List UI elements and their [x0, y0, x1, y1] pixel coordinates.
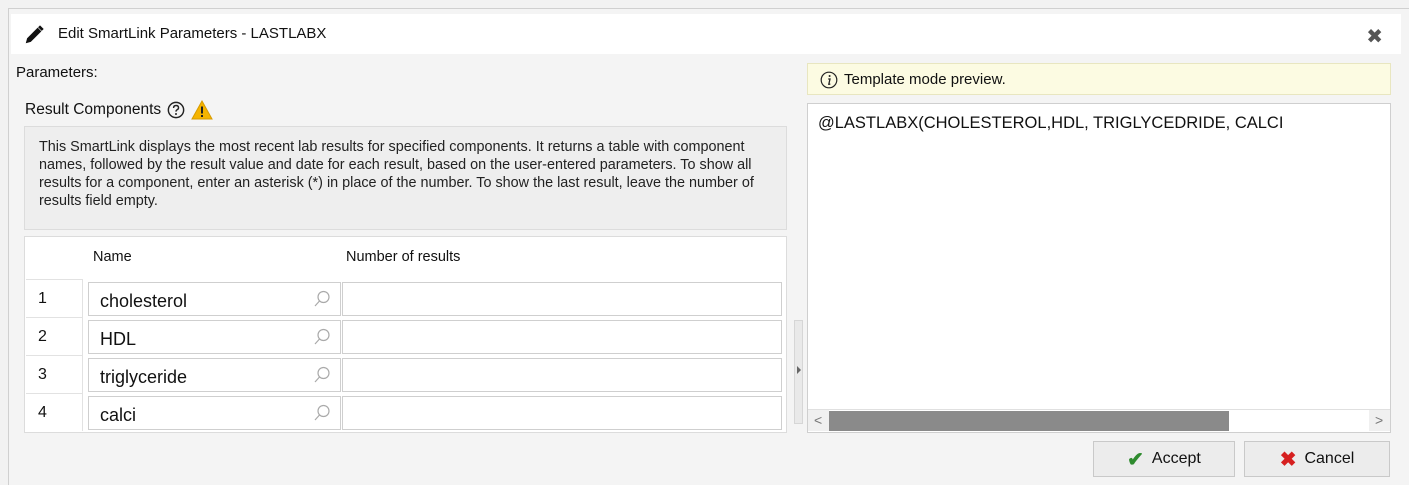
- name-column-header: Name: [93, 249, 132, 265]
- accept-button[interactable]: ✔ Accept: [1093, 441, 1235, 477]
- result-components-table: Name Number of results 1 cholesterol 2 H…: [24, 236, 787, 433]
- number-column-header: Number of results: [346, 249, 461, 265]
- component-name-input[interactable]: calci: [88, 396, 341, 430]
- horizontal-scrollbar[interactable]: < >: [808, 409, 1390, 432]
- component-name-value: triglyceride: [100, 367, 188, 387]
- cross-icon: ✖: [1279, 448, 1297, 471]
- magnifier-icon[interactable]: [313, 404, 331, 422]
- scroll-left-button[interactable]: <: [808, 410, 829, 431]
- row-number: 3: [26, 355, 83, 393]
- parameters-label: Parameters:: [16, 64, 98, 81]
- title-bar: Edit SmartLink Parameters - LASTLABX ✖: [11, 14, 1401, 54]
- banner-text: Template mode preview.: [844, 71, 1006, 88]
- component-name-value: cholesterol: [100, 291, 188, 311]
- accept-label: Accept: [1151, 450, 1201, 467]
- component-name-input[interactable]: HDL: [88, 320, 341, 354]
- magnifier-icon[interactable]: [313, 328, 331, 346]
- number-of-results-input[interactable]: [342, 282, 782, 316]
- number-of-results-input[interactable]: [342, 358, 782, 392]
- cancel-label: Cancel: [1304, 450, 1355, 467]
- close-button[interactable]: ✖: [1366, 24, 1383, 49]
- info-icon: [820, 71, 838, 89]
- chevron-left-icon: <: [814, 412, 823, 428]
- number-of-results-input[interactable]: [342, 396, 782, 430]
- component-name-input[interactable]: triglyceride: [88, 358, 341, 392]
- template-mode-banner: Template mode preview.: [807, 63, 1391, 95]
- magnifier-icon[interactable]: [313, 366, 331, 384]
- dialog-title: Edit SmartLink Parameters - LASTLABX: [58, 25, 327, 42]
- component-name-value: HDL: [100, 329, 137, 349]
- row-number: 4: [26, 393, 83, 431]
- result-components-label: Result Components: [25, 101, 162, 118]
- cancel-button[interactable]: ✖ Cancel: [1244, 441, 1390, 477]
- smartlink-description: This SmartLink displays the most recent …: [24, 126, 787, 230]
- panel-splitter[interactable]: [794, 320, 803, 424]
- checkmark-icon: ✔: [1127, 448, 1144, 471]
- row-number: 2: [26, 317, 83, 355]
- expand-arrow-icon: [797, 366, 801, 374]
- result-components-heading: Result Components: [25, 100, 213, 120]
- preview-pane: @LASTLABX(CHOLESTEROL,HDL, TRIGLYCEDRIDE…: [807, 103, 1391, 433]
- row-number: 1: [26, 279, 83, 317]
- number-of-results-input[interactable]: [342, 320, 782, 354]
- preview-text: @LASTLABX(CHOLESTEROL,HDL, TRIGLYCEDRIDE…: [818, 114, 1284, 132]
- magnifier-icon[interactable]: [313, 290, 331, 308]
- scrollbar-thumb[interactable]: [829, 411, 1229, 431]
- component-name-input[interactable]: cholesterol: [88, 282, 341, 316]
- scroll-right-button[interactable]: >: [1369, 410, 1390, 431]
- component-name-value: calci: [100, 405, 137, 425]
- help-icon[interactable]: [167, 101, 185, 119]
- warning-icon: [191, 100, 213, 120]
- pencil-icon: [25, 25, 44, 44]
- chevron-right-icon: >: [1375, 412, 1384, 428]
